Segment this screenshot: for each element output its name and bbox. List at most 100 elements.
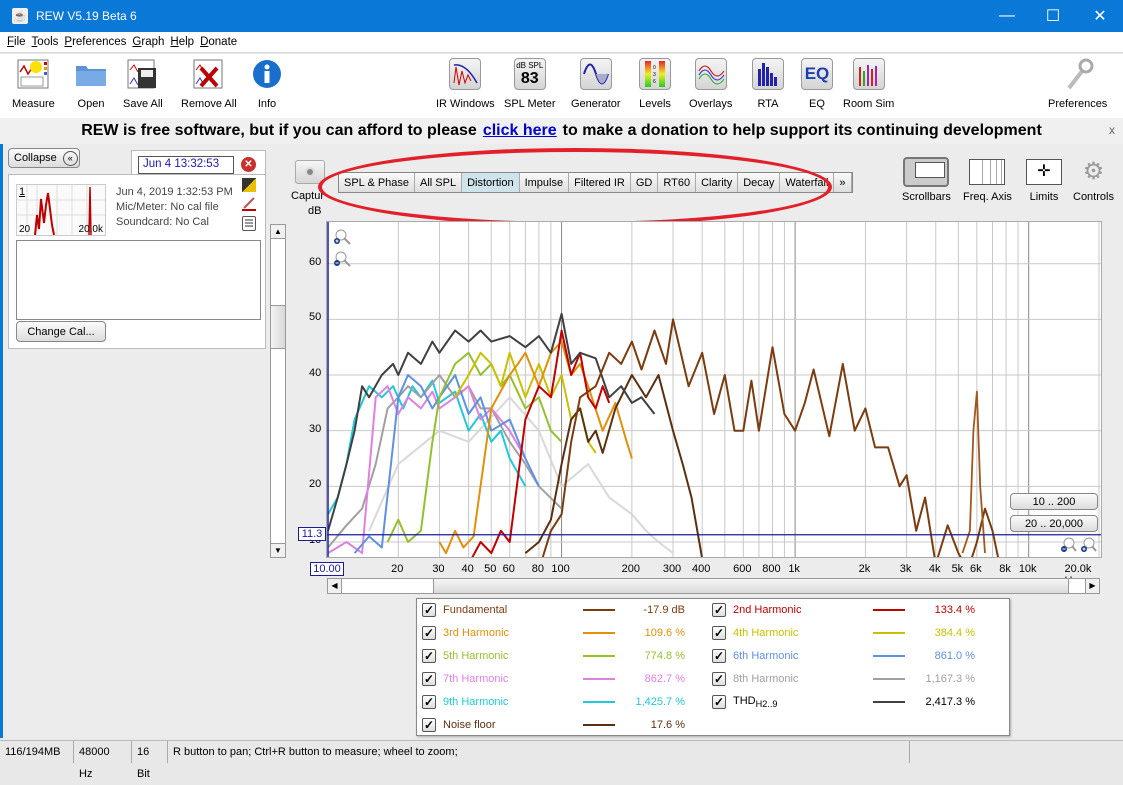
save-all-button[interactable]: Save All: [123, 58, 163, 110]
x-tick-label: 4k: [928, 563, 941, 575]
chart-horizontal-scrollbar[interactable]: ◀ ▶: [327, 578, 1100, 594]
generator-button[interactable]: Generator: [571, 58, 621, 110]
ir-windows-button[interactable]: IR Windows: [436, 58, 495, 110]
remove-all-button[interactable]: Remove All: [181, 58, 237, 110]
legend-line-swatch: [873, 655, 905, 657]
rta-button[interactable]: RTA: [751, 58, 785, 110]
menu-help[interactable]: Help: [170, 36, 194, 48]
minimize-button[interactable]: —: [984, 0, 1030, 32]
hscroll-track-left[interactable]: [343, 579, 433, 593]
menu-tools[interactable]: Tools: [32, 36, 59, 48]
tab-waterfall[interactable]: Waterfall: [780, 173, 835, 192]
limits-button[interactable]: ✛ Limits: [1026, 157, 1062, 203]
menu-donate[interactable]: Donate: [200, 36, 237, 48]
legend-value: 384.4 %: [934, 627, 975, 639]
measurement-name-field[interactable]: Jun 4 13:32:53: [138, 156, 234, 174]
scroll-thumb[interactable]: [271, 305, 285, 349]
menu-graph[interactable]: Graph: [132, 36, 164, 48]
menu-preferences[interactable]: Preferences: [64, 36, 126, 48]
x-tick-label: 100: [551, 563, 570, 575]
scroll-right-arrow-icon[interactable]: ▶: [1085, 579, 1099, 593]
legend-checkbox[interactable]: ✓: [422, 695, 436, 709]
capture-button[interactable]: [295, 160, 327, 188]
x-tick-label: 6k: [970, 563, 982, 575]
range-20-20000-button[interactable]: 20 .. 20,000: [1010, 515, 1098, 532]
x-tick-label: 400: [691, 563, 711, 575]
levels-label: Levels: [639, 98, 671, 110]
limits-label: Limits: [1029, 191, 1059, 203]
legend-value: 1,167.3 %: [925, 673, 975, 685]
legend-checkbox[interactable]: ✓: [712, 672, 726, 686]
zoom-in-y-icon[interactable]: [333, 228, 351, 249]
save-all-label: Save All: [123, 98, 163, 110]
panel-vertical-scrollbar[interactable]: ▲ ▼: [270, 224, 286, 558]
legend-line-swatch: [583, 678, 615, 680]
tab-clarity[interactable]: Clarity: [696, 173, 739, 192]
room-sim-button[interactable]: Room Sim: [843, 58, 894, 110]
x-tick-label: 800: [762, 563, 781, 575]
close-window-button[interactable]: ✕: [1077, 0, 1123, 32]
maximize-button[interactable]: ☐: [1030, 0, 1076, 32]
cursor-x-readout: 10.00: [310, 562, 344, 576]
pen-color-icon[interactable]: [242, 197, 256, 211]
scroll-up-arrow-icon[interactable]: ▲: [271, 225, 285, 239]
zoom-in-x-icon[interactable]: [1079, 536, 1097, 557]
tab-decay[interactable]: Decay: [738, 173, 781, 192]
remove-measurement-icon[interactable]: ✕: [241, 157, 256, 172]
legend-item: ✓ 3rd Harmonic 109.6 %: [422, 623, 685, 643]
legend-checkbox[interactable]: ✓: [712, 603, 726, 617]
tab-all-spl[interactable]: All SPL: [415, 173, 463, 192]
spl-meter-button[interactable]: dB SPL 83 SPL Meter: [504, 58, 556, 110]
legend-name: 5th Harmonic: [443, 650, 583, 662]
tab-gd[interactable]: GD: [631, 173, 659, 192]
preferences-button[interactable]: Preferences: [1048, 58, 1107, 110]
legend-checkbox[interactable]: ✓: [712, 626, 726, 640]
eq-label: EQ: [809, 98, 825, 110]
status-blank: [910, 741, 970, 763]
change-cal-button[interactable]: Change Cal...: [16, 321, 106, 342]
freq-axis-button[interactable]: Freq. Axis: [963, 157, 1012, 203]
donate-link[interactable]: click here: [483, 122, 557, 140]
zoom-out-y-icon[interactable]: [333, 250, 351, 271]
collapse-chevron-icon: «: [62, 150, 78, 166]
measure-button[interactable]: Measure: [12, 58, 55, 110]
legend-checkbox[interactable]: ✓: [712, 695, 726, 709]
info-sheet-icon[interactable]: [242, 216, 256, 231]
legend-checkbox[interactable]: ✓: [422, 649, 436, 663]
tab-spl-phase[interactable]: SPL & Phase: [339, 173, 416, 192]
banner-close-button[interactable]: x: [1109, 123, 1115, 137]
tab-distortion[interactable]: Distortion: [462, 173, 520, 192]
info-button[interactable]: Info: [250, 58, 284, 110]
scrollbars-button[interactable]: Scrollbars: [902, 157, 951, 203]
controls-button[interactable]: ⚙ Controls: [1073, 157, 1114, 204]
eq-button[interactable]: EQ EQ: [800, 58, 834, 110]
edit-notes-icon[interactable]: [242, 178, 256, 192]
legend-checkbox[interactable]: ✓: [712, 649, 726, 663]
graph-tabs: SPL & Phase All SPL Distortion Impulse Filte…: [338, 172, 853, 193]
series-fundamental: [537, 318, 1001, 571]
legend-checkbox[interactable]: ✓: [422, 718, 436, 732]
legend-checkbox[interactable]: ✓: [422, 672, 436, 686]
hscroll-thumb[interactable]: [433, 579, 1069, 593]
spl-meter-icon: dB SPL 83: [513, 58, 546, 90]
measurement-notes-field[interactable]: [16, 240, 261, 320]
tab-impulse[interactable]: Impulse: [520, 173, 570, 192]
distortion-chart[interactable]: [326, 221, 1102, 571]
zoom-out-x-icon[interactable]: [1059, 536, 1077, 557]
collapse-button[interactable]: Collapse «: [8, 148, 80, 168]
tab-rt60[interactable]: RT60: [658, 173, 697, 192]
tab-more[interactable]: »: [834, 173, 852, 192]
measurement-index: 1: [19, 186, 26, 198]
range-10-200-button[interactable]: 10 .. 200: [1010, 493, 1098, 510]
levels-button[interactable]: 036 Levels: [638, 58, 672, 110]
menu-file[interactable]: File: [7, 36, 26, 48]
legend-checkbox[interactable]: ✓: [422, 626, 436, 640]
open-button[interactable]: Open: [74, 58, 108, 110]
chart-svg[interactable]: [327, 222, 1101, 571]
overlays-button[interactable]: Overlays: [689, 58, 732, 110]
scroll-down-arrow-icon[interactable]: ▼: [271, 543, 285, 557]
legend-checkbox[interactable]: ✓: [422, 603, 436, 617]
x-tick-label: 50: [484, 563, 497, 575]
tab-filtered-ir[interactable]: Filtered IR: [569, 173, 631, 192]
scroll-left-arrow-icon[interactable]: ◀: [328, 579, 342, 593]
